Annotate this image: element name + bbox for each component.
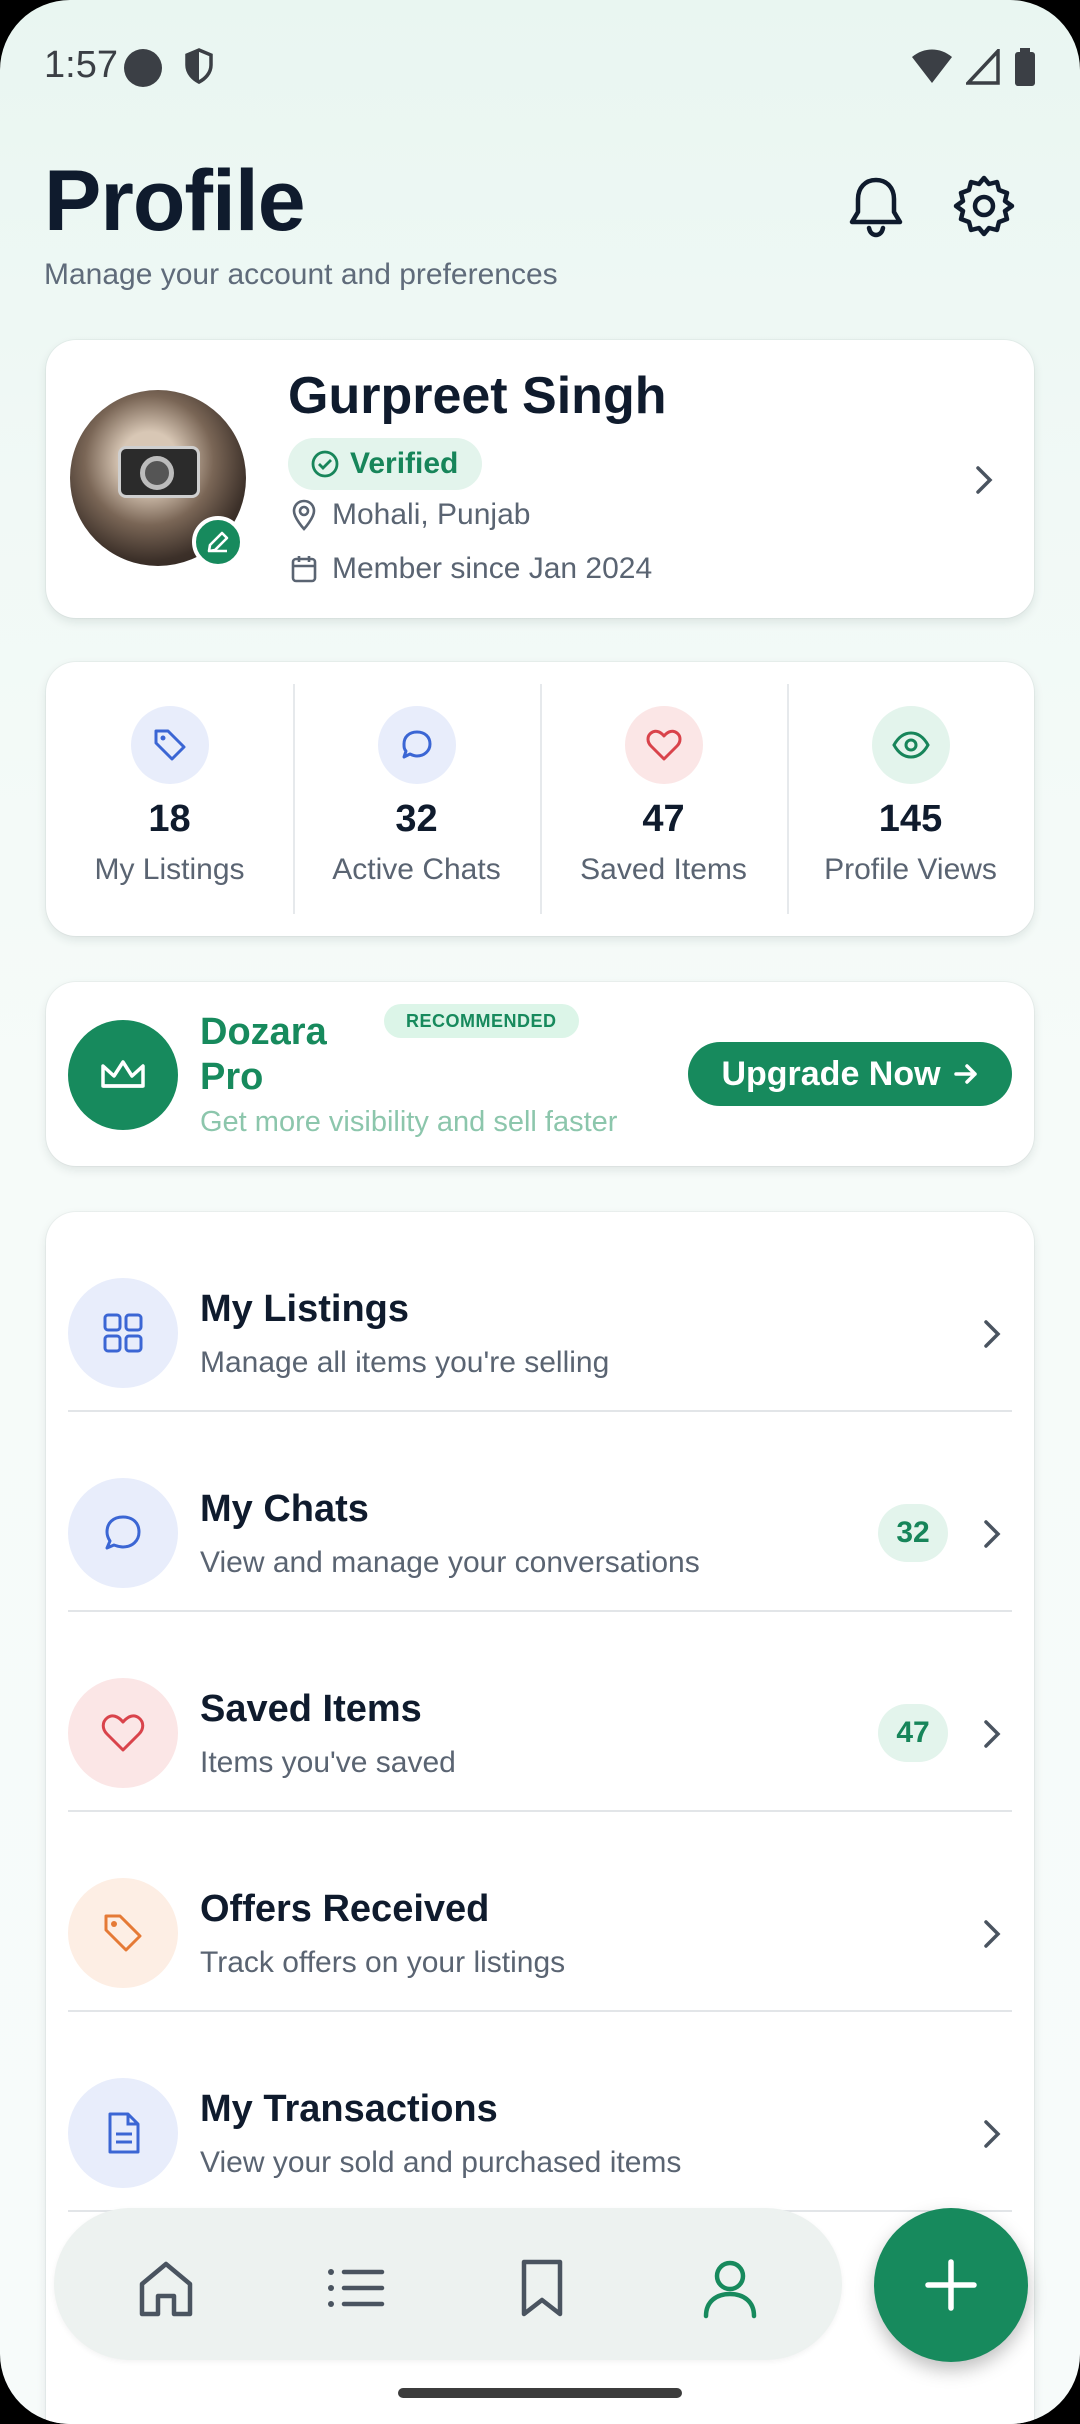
document-icon [68,2078,178,2188]
stat-label: Profile Views [824,853,997,886]
verified-badge: Verified [288,438,483,490]
status-time: 1:57 [44,44,118,86]
nav-saved[interactable] [510,2256,574,2320]
chat-icon [377,706,456,784]
menu-item-subtitle: Items you've saved [200,1746,456,1779]
nav-profile[interactable] [698,2256,762,2320]
stat-my-listings[interactable]: 18 My Listings [46,662,293,936]
count-badge: 47 [878,1704,948,1762]
crown-icon [68,1020,178,1130]
menu-item-saved-items[interactable]: Saved Items Items you've saved 47 [68,1612,1012,1812]
recommended-badge: RECOMMENDED [384,1004,579,1038]
bottom-nav [54,2208,842,2360]
home-indicator [398,2388,682,2398]
menu-item-title: Saved Items [200,1688,422,1730]
chevron-right-icon [976,466,993,494]
wifi-icon [912,49,952,83]
notifications-button[interactable] [846,174,906,243]
profile-screen: 1:57 Profile Manage your account and pre… [0,0,1080,2424]
check-circle-icon [311,450,339,478]
location-text: Mohali, Punjab [332,498,531,531]
member-since: Member since Jan 2024 [290,552,652,586]
person-icon [703,2260,757,2319]
stat-value: 145 [878,798,943,840]
shield-icon [185,48,213,84]
gear-icon [953,175,1015,237]
profile-card[interactable]: Gurpreet Singh Verified Mohali, Punjab M… [46,340,1034,618]
menu-item-subtitle: View your sold and purchased items [200,2146,682,2179]
pencil-icon [207,531,229,553]
menu-item-my-transactions[interactable]: My Transactions View your sold and purch… [68,2012,1012,2212]
menu-item-title: Offers Received [200,1888,490,1930]
stat-active-chats[interactable]: 32 Active Chats [293,662,540,936]
menu-item-subtitle: Manage all items you're selling [200,1346,610,1379]
settings-button[interactable] [952,174,1016,243]
home-icon [139,2261,193,2317]
upgrade-now-button[interactable]: Upgrade Now [688,1042,1012,1106]
heart-icon [624,706,703,784]
grid-icon [68,1278,178,1388]
menu-item-title: My Listings [200,1288,410,1330]
calendar-icon [291,556,317,583]
heart-icon [68,1678,178,1788]
chevron-right-icon [984,1720,1001,1748]
menu-item-title: My Chats [200,1488,369,1530]
chat-icon [68,1478,178,1588]
member-since-text: Member since Jan 2024 [332,552,653,585]
chevron-right-icon [984,1920,1001,1948]
tag-icon [68,1878,178,1988]
menu-item-subtitle: Track offers on your listings [200,1946,566,1979]
pro-subtitle: Get more visibility and sell faster [200,1106,618,1138]
stat-saved-items[interactable]: 47 Saved Items [540,662,787,936]
bookmark-icon [521,2259,563,2317]
count-badge: 32 [878,1504,948,1562]
location-pin-icon [292,499,316,531]
page-subtitle: Manage your account and preferences [44,258,558,291]
arrow-right-icon [953,1064,977,1084]
pro-title: Dozara Pro [200,1011,327,1098]
stat-value: 47 [642,798,685,840]
page-title: Profile [44,153,306,249]
plus-icon [925,2259,977,2311]
pro-promo-card[interactable]: Dozara Pro RECOMMENDED Get more visibili… [46,982,1034,1166]
menu-item-my-listings[interactable]: My Listings Manage all items you're sell… [68,1212,1012,1412]
edit-avatar-button[interactable] [192,516,244,568]
stat-profile-views[interactable]: 145 Profile Views [787,662,1034,936]
add-listing-button[interactable] [874,2208,1028,2362]
menu-item-offers-received[interactable]: Offers Received Track offers on your lis… [68,1812,1012,2012]
chevron-right-icon [984,1320,1001,1348]
battery-icon [1015,48,1035,86]
nav-listings[interactable] [324,2256,388,2320]
profile-location: Mohali, Punjab [290,498,530,532]
menu-item-my-chats[interactable]: My Chats View and manage your conversati… [68,1412,1012,1612]
notification-dot-icon [124,49,162,87]
menu-item-subtitle: View and manage your conversations [200,1546,700,1579]
profile-name: Gurpreet Singh [288,367,667,425]
status-bar: 1:57 [0,0,1080,140]
verified-label: Verified [350,447,459,480]
chevron-right-icon [984,1520,1001,1548]
stat-value: 18 [148,798,191,840]
stat-label: Saved Items [580,853,747,886]
list-icon [328,2269,385,2307]
stat-label: Active Chats [332,853,501,886]
menu-item-title: My Transactions [200,2088,498,2130]
stat-value: 32 [395,798,438,840]
stats-card: 18 My Listings 32 Active Chats 47 Saved … [46,662,1034,936]
upgrade-label: Upgrade Now [721,1054,941,1093]
signal-icon [966,49,1000,85]
bell-icon [849,177,903,238]
chevron-right-icon [984,2120,1001,2148]
tag-icon [130,706,209,784]
stat-label: My Listings [94,853,245,886]
eye-icon [871,706,950,784]
nav-home[interactable] [134,2256,198,2320]
camera-lens-graphic [140,456,174,490]
